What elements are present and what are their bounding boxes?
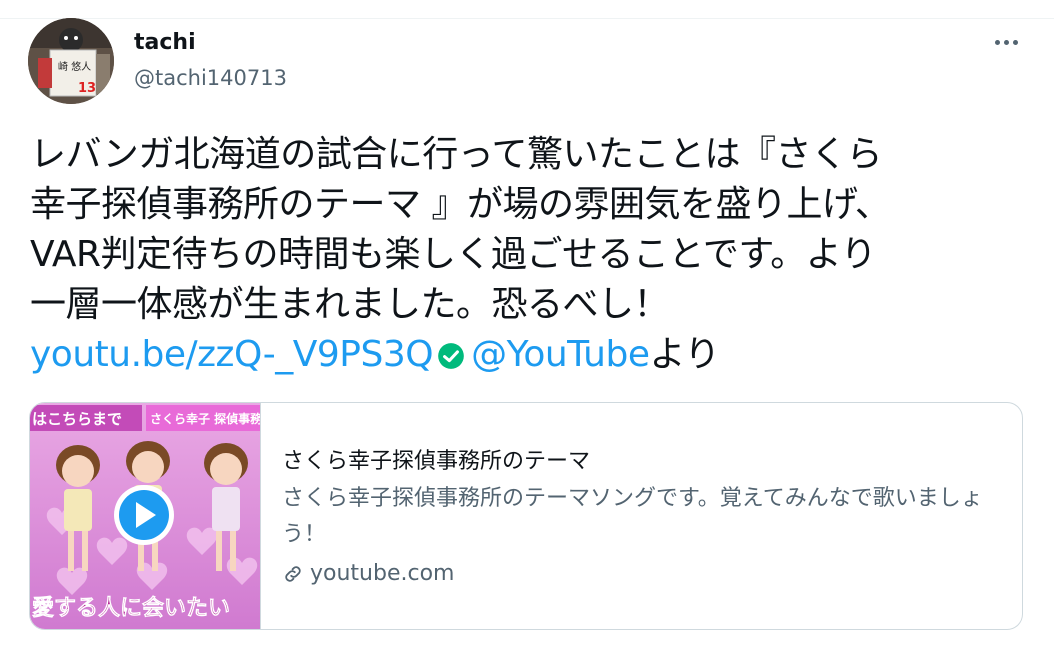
mention-link[interactable]: @YouTube (471, 334, 650, 375)
thumbnail-image: はこちらまで さくら幸子 探偵事務 愛する人に会いたい (30, 403, 260, 629)
tweet-line: 一層一体感が生まれました。恐るべし！ (30, 284, 670, 325)
card-domain-text: youtube.com (310, 561, 455, 586)
tweet-line: VAR判定待ちの時間も楽しく過ごせることです。より (30, 234, 877, 275)
link-card[interactable]: はこちらまで さくら幸子 探偵事務 愛する人に会いたい さくら幸子探偵事務所のテ… (29, 402, 1023, 630)
avatar-image: 崎 悠人 13 (28, 18, 114, 104)
thumb-top-right-text: さくら幸子 探偵事務 (150, 411, 260, 426)
tweet-text: レバンガ北海道の試合に行って驚いたことは『さくら 幸子探偵事務所のテーマ 』が場… (30, 130, 1030, 380)
avatar[interactable]: 崎 悠人 13 (28, 18, 114, 104)
top-divider (0, 18, 1054, 19)
card-description: さくら幸子探偵事務所のテーマソングです。覚えてみんなで歌いましょう！ (282, 486, 983, 547)
card-title: さくら幸子探偵事務所のテーマ (282, 449, 591, 474)
author-name[interactable]: tachi (134, 30, 196, 55)
tweet-link-line: youtu.be/zzQ-_V9PS3Q @YouTubeより (30, 330, 1030, 380)
thumb-top-left-text: はこちらまで (32, 410, 122, 428)
more-icon[interactable] (988, 28, 1024, 56)
more-dot (1012, 39, 1018, 45)
thumb-bottom-text: 愛する人に会いたい (32, 595, 230, 621)
tweet-line: 幸子探偵事務所のテーマ 』が場の雰囲気を盛り上げ、 (30, 184, 891, 225)
more-dot (994, 39, 1000, 45)
card-domain: youtube.com (282, 561, 454, 586)
verified-icon (438, 343, 464, 369)
link-icon (285, 565, 301, 582)
more-dot (1003, 39, 1009, 45)
tweet-line: レバンガ北海道の試合に行って驚いたことは『さくら (30, 134, 883, 175)
tweet-suffix: より (649, 334, 721, 375)
avatar-sign-text: 崎 悠人 (58, 60, 91, 73)
play-icon[interactable] (114, 485, 174, 545)
author-handle[interactable]: @tachi140713 (134, 66, 287, 90)
tweet-url-link[interactable]: youtu.be/zzQ-_V9PS3Q (30, 334, 434, 375)
card-thumbnail[interactable]: はこちらまで さくら幸子 探偵事務 愛する人に会いたい (30, 403, 261, 629)
avatar-number: 13 (78, 81, 96, 96)
